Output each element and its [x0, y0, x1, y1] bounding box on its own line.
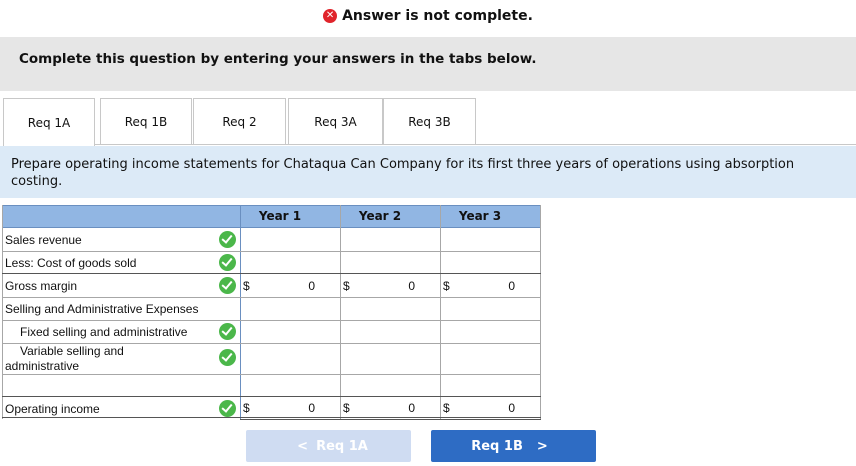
tab-label: Req 2: [222, 114, 257, 129]
dollar-sign: $: [343, 279, 350, 293]
sales-revenue-year-1-input[interactable]: [242, 230, 338, 250]
tab-req-1b[interactable]: Req 1B: [100, 98, 192, 144]
row-label-operating-income: Operating income: [5, 402, 100, 416]
tab-req-3a[interactable]: Req 3A: [288, 98, 383, 144]
variable-selling-year-2-input[interactable]: [342, 347, 438, 367]
income-statement-table: Year 1 Year 2 Year 3 Sales revenue Less:…: [2, 205, 541, 420]
gross-margin-year-2-value[interactable]: 0: [385, 279, 415, 293]
tab-label: Req 3A: [314, 114, 357, 129]
row-label-cost-of-goods-sold: Less: Cost of goods sold: [5, 256, 137, 270]
fixed-selling-year-1-input[interactable]: [242, 322, 338, 342]
column-divider: [540, 205, 541, 419]
sales-revenue-year-3-input[interactable]: [442, 230, 538, 250]
table-border: [2, 205, 3, 419]
next-tab-label: Req 1B: [471, 438, 523, 454]
row-label-variable-selling-line2: administrative: [5, 359, 80, 373]
operating-income-year-3-value[interactable]: 0: [485, 401, 515, 415]
row-divider: [2, 297, 541, 298]
row-label-sales-revenue: Sales revenue: [5, 233, 82, 247]
tab-req-3b[interactable]: Req 3B: [383, 98, 476, 144]
row-divider: [2, 320, 541, 321]
answer-status-text: Answer is not complete.: [342, 8, 533, 24]
operating-income-year-2-value[interactable]: 0: [385, 401, 415, 415]
tab-req-1a[interactable]: Req 1A: [3, 98, 95, 146]
check-icon: [219, 254, 236, 271]
gross-margin-year-1-value[interactable]: 0: [285, 279, 315, 293]
tab-label: Req 1B: [124, 114, 168, 129]
instruction-bar: Complete this question by entering your …: [0, 37, 856, 91]
cogs-year-3-input[interactable]: [442, 253, 538, 273]
fixed-selling-year-2-input[interactable]: [342, 322, 438, 342]
x-circle-icon: ✕: [323, 9, 338, 23]
tab-label: Req 3B: [408, 114, 451, 129]
row-label-selling-admin-expenses: Selling and Administrative Expenses: [5, 302, 199, 316]
variable-selling-year-3-input[interactable]: [442, 347, 538, 367]
check-icon: [219, 231, 236, 248]
column-divider: [440, 205, 441, 419]
check-icon: [219, 400, 236, 417]
instruction-text: Complete this question by entering your …: [19, 51, 537, 67]
dollar-sign: $: [243, 279, 250, 293]
tab-req-2[interactable]: Req 2: [193, 98, 286, 144]
row-divider: [2, 417, 541, 418]
sales-revenue-year-2-input[interactable]: [342, 230, 438, 250]
row-divider: [2, 251, 541, 252]
gross-margin-year-3-value[interactable]: 0: [485, 279, 515, 293]
row-divider: [2, 273, 541, 274]
row-label-gross-margin: Gross margin: [5, 279, 78, 293]
dollar-sign: $: [243, 401, 250, 415]
cogs-year-2-input[interactable]: [342, 253, 438, 273]
chevron-left-icon: <: [297, 438, 309, 454]
tab-divider: [94, 144, 856, 145]
column-header-year-2: Year 2: [358, 209, 402, 223]
dollar-sign: $: [443, 401, 450, 415]
check-icon: [219, 277, 236, 294]
fixed-selling-year-3-input[interactable]: [442, 322, 538, 342]
check-icon: [219, 323, 236, 340]
chevron-right-icon: >: [536, 438, 548, 454]
row-divider: [2, 396, 541, 397]
prev-tab-label: Req 1A: [316, 438, 368, 454]
row-divider: [2, 374, 541, 375]
column-divider: [240, 205, 241, 419]
dollar-sign: $: [443, 279, 450, 293]
requirement-tabs: Req 1A Req 1B Req 2 Req 3A Req 3B: [3, 98, 856, 146]
prev-tab-button[interactable]: < Req 1A: [246, 430, 411, 462]
dollar-sign: $: [343, 401, 350, 415]
next-tab-button[interactable]: Req 1B >: [431, 430, 596, 462]
row-label-fixed-selling-admin: Fixed selling and administrative: [20, 325, 188, 339]
column-header-year-3: Year 3: [458, 209, 502, 223]
question-prompt: Prepare operating income statements for …: [0, 146, 856, 198]
double-underline: [240, 419, 541, 420]
cogs-year-1-input[interactable]: [242, 253, 338, 273]
column-header-year-1: Year 1: [258, 209, 302, 223]
column-divider: [340, 205, 341, 419]
operating-income-year-1-value[interactable]: 0: [285, 401, 315, 415]
answer-status-banner: ✕ Answer is not complete.: [0, 0, 856, 32]
tab-label: Req 1A: [27, 115, 71, 130]
variable-selling-year-1-input[interactable]: [242, 347, 338, 367]
check-icon: [219, 349, 236, 366]
row-label-variable-selling-line1: Variable selling and: [20, 344, 124, 358]
prompt-text: Prepare operating income statements for …: [11, 157, 795, 189]
